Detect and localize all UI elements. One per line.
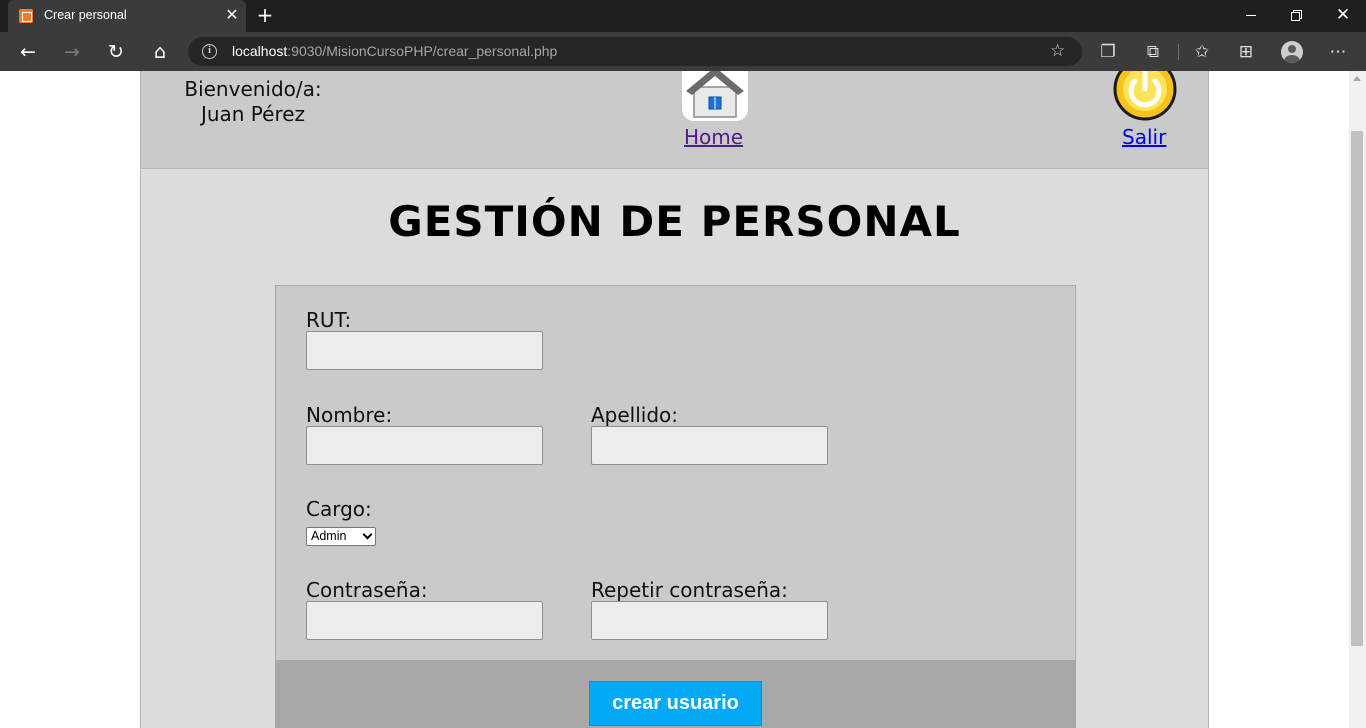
create-staff-form: RUT: Nombre: Apellido: Cargo: Admin Cont…	[275, 285, 1076, 728]
back-arrow-icon[interactable]: ←	[12, 36, 44, 68]
welcome-text: Bienvenido/a: Juan Pérez	[173, 77, 333, 127]
form-footer: crear usuario	[276, 660, 1075, 728]
reload-icon[interactable]: ↻	[100, 36, 132, 68]
toolbar-separator	[1178, 44, 1179, 60]
url-path: :9030/MisionCursoPHP/crear_personal.php	[287, 43, 558, 59]
window-close-icon[interactable]: ✕	[1320, 0, 1366, 32]
more-options-icon[interactable]: ⋯	[1322, 36, 1354, 68]
site-header: Bienvenido/a: Juan Pérez Home Salir	[141, 71, 1208, 169]
page-container: Bienvenido/a: Juan Pérez Home Salir GEST…	[140, 71, 1209, 728]
window-minimize-icon[interactable]	[1228, 0, 1274, 32]
rut-label: RUT:	[306, 308, 352, 332]
address-bar[interactable]: i localhost:9030/MisionCursoPHP/crear_pe…	[188, 37, 1082, 66]
cargo-selected-value: Admin	[311, 529, 347, 543]
url-text: localhost:9030/MisionCursoPHP/crear_pers…	[232, 43, 557, 59]
nombre-input[interactable]	[306, 426, 543, 465]
page-scrollbar[interactable]	[1349, 71, 1366, 728]
apellido-label: Apellido:	[591, 403, 679, 427]
nombre-label: Nombre:	[306, 403, 393, 427]
browser-tab[interactable]: Crear personal ✕	[8, 0, 246, 32]
xampp-favicon-icon	[19, 9, 33, 23]
scroll-up-arrow-icon[interactable]	[1353, 76, 1361, 81]
profile-avatar-icon[interactable]	[1281, 41, 1303, 63]
user-name: Juan Pérez	[200, 102, 306, 126]
logout-link[interactable]: Salir	[1122, 125, 1166, 149]
password-input[interactable]	[306, 601, 543, 640]
page-viewport: Bienvenido/a: Juan Pérez Home Salir GEST…	[0, 71, 1366, 728]
collections-icon[interactable]: ⊞	[1230, 36, 1262, 68]
page-title: GESTIÓN DE PERSONAL	[388, 197, 961, 246]
password-repeat-input[interactable]	[591, 601, 828, 640]
home-link[interactable]: Home	[684, 125, 743, 149]
scrollbar-thumb[interactable]	[1351, 131, 1363, 646]
rut-input[interactable]	[306, 331, 543, 370]
cargo-label: Cargo:	[306, 497, 372, 521]
apellido-input[interactable]	[591, 426, 828, 465]
chevron-down-icon	[362, 529, 373, 540]
welcome-label: Bienvenido/a:	[184, 77, 322, 101]
cargo-select[interactable]: Admin	[306, 527, 376, 546]
site-info-icon[interactable]: i	[202, 44, 217, 59]
password-label: Contraseña:	[306, 578, 428, 602]
tab-title: Crear personal	[44, 8, 127, 22]
home-house-icon[interactable]	[682, 71, 748, 121]
new-tab-icon[interactable]: +	[254, 4, 276, 26]
browser-toolbar: ← → ↻ ⌂ i localhost:9030/MisionCursoPHP/…	[0, 32, 1366, 71]
window-restore-icon[interactable]	[1274, 0, 1320, 32]
extensions-icon[interactable]: ⧉	[1137, 36, 1169, 68]
favorites-icon[interactable]: ✩	[1186, 36, 1218, 68]
browser-home-icon[interactable]: ⌂	[144, 36, 176, 68]
forward-arrow-icon[interactable]: →	[56, 36, 88, 68]
collections-copy-icon[interactable]: ❐	[1092, 36, 1124, 68]
power-logout-icon[interactable]	[1113, 71, 1177, 121]
url-host: localhost	[232, 43, 288, 59]
create-user-button[interactable]: crear usuario	[589, 681, 762, 726]
password-repeat-label: Repetir contraseña:	[591, 578, 788, 602]
browser-titlebar: Crear personal ✕ + ✕	[0, 0, 1366, 32]
add-favorite-icon[interactable]: ☆	[1050, 41, 1065, 61]
tab-close-icon[interactable]: ✕	[223, 6, 241, 24]
